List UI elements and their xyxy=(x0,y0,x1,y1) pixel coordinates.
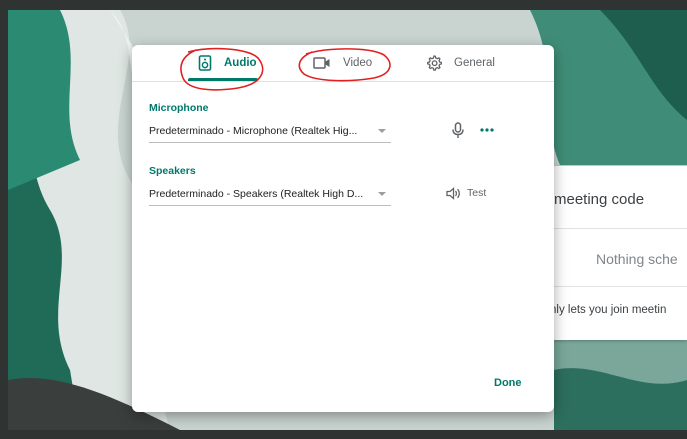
microphone-select[interactable]: Predeterminado - Microphone (Realtek Hig… xyxy=(149,122,391,143)
done-button[interactable]: Done xyxy=(494,377,522,389)
more-options-button[interactable] xyxy=(476,120,498,140)
dropdown-caret-icon xyxy=(378,192,386,196)
background-meeting-card: meeting code Nothing sche nly lets you j… xyxy=(552,166,687,340)
tab-general[interactable]: General xyxy=(426,45,495,81)
microphone-icon xyxy=(452,121,464,138)
speakers-select[interactable]: Predeterminado - Speakers (Realtek High … xyxy=(149,185,391,206)
test-label: Test xyxy=(467,187,487,199)
gear-icon xyxy=(427,55,442,71)
tab-audio[interactable]: Audio xyxy=(198,45,257,81)
settings-dialog: Audio Video General Microphone Predeterm… xyxy=(132,45,554,412)
join-note-text: nly lets you join meetin xyxy=(552,304,667,316)
microphone-label: Microphone xyxy=(149,102,209,114)
meeting-code-text: meeting code xyxy=(554,191,645,208)
speaker-icon xyxy=(198,55,212,71)
tab-general-label: General xyxy=(454,57,495,69)
volume-icon xyxy=(446,186,460,200)
video-camera-icon xyxy=(313,57,330,69)
active-tab-indicator xyxy=(188,78,258,81)
microphone-selected-value: Predeterminado - Microphone (Realtek Hig… xyxy=(149,125,358,137)
speakers-label: Speakers xyxy=(149,165,196,177)
tab-video[interactable]: Video xyxy=(313,45,372,81)
microphone-test-button[interactable] xyxy=(448,120,468,140)
tab-audio-label: Audio xyxy=(224,57,257,69)
nothing-scheduled-text: Nothing sche xyxy=(596,251,678,267)
settings-tabs: Audio Video General xyxy=(132,45,554,82)
speakers-selected-value: Predeterminado - Speakers (Realtek High … xyxy=(149,188,364,200)
more-horizontal-icon xyxy=(480,128,494,132)
speaker-test-button[interactable]: Test xyxy=(446,183,486,203)
dropdown-caret-icon xyxy=(378,129,386,133)
tab-video-label: Video xyxy=(343,57,373,69)
